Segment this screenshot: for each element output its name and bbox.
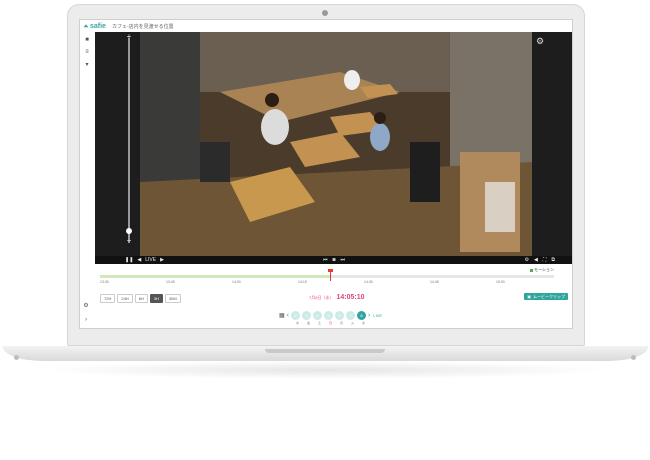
skip-back-icon[interactable]: ⏮ [323,256,328,264]
live-label[interactable]: LIVE [145,256,156,264]
weekday-row: 木 金 土 日 月 火 水 [293,321,368,325]
movie-clip-label: ムービークリップ [533,293,565,299]
webcam-dot [322,10,328,16]
timeline-ticks: 13:30 13:45 14:00 14:15 14:30 14:45 15:0… [100,280,554,286]
skip-forward-icon[interactable]: ⏭ [341,256,346,264]
timeline[interactable]: モーション 13:30 13:45 14:00 14:15 14:30 14:4… [100,267,554,289]
expand-icon[interactable]: › [82,316,90,324]
zoom-slider[interactable] [128,38,130,243]
laptop-notch [265,349,385,353]
list-icon[interactable]: ≡ [83,48,91,56]
range-6h-button[interactable]: 6H [134,294,148,303]
motion-dot-icon [530,268,534,272]
tick-label: 14:45 [430,280,439,284]
film-icon: ▣ [527,294,531,299]
day-button[interactable]: 2 [291,311,301,320]
day-button[interactable]: 4 [313,311,323,320]
weekday-label: 土 [317,321,321,325]
filter-icon[interactable]: ▾ [83,60,91,68]
brand-logo[interactable]: safie [83,23,106,30]
range-72h-button[interactable]: 72H [100,294,116,303]
range-24h-button[interactable]: 24H [117,294,133,303]
day-button[interactable]: 7 [346,311,356,320]
weekday-label: 日 [328,321,332,325]
range-3h-button[interactable]: 3H [149,294,163,303]
tick-label: 14:30 [364,280,373,284]
snapshot-icon[interactable]: ◙ [333,256,336,264]
cafe-scene-image [140,32,532,256]
live-link[interactable]: LIVE [373,313,382,318]
zoom-slider-handle[interactable] [126,228,132,234]
laptop-foot-left [14,355,19,360]
current-datetime: 7月8日（水） 14:05:10 [309,294,364,301]
video-player: + − ⚙ ❚❚ ◀ LIVE ▶ ⏮ ◙ ⏭ ⚙ ◀ ⛶ ⧉ [95,32,572,264]
brand-name: safie [90,22,106,30]
next-week-arrow-icon[interactable]: › [368,312,370,319]
day-button[interactable]: 5 [324,311,334,320]
movie-clip-button[interactable]: ▣ ムービークリップ [524,293,568,300]
day-navigator: ▦ ‹ 2 3 4 5 6 7 8 › LIVE [279,311,382,320]
weekday-label: 木 [295,321,299,325]
player-controls: ❚❚ ◀ LIVE ▶ ⏮ ◙ ⏭ ⚙ ◀ ⛶ ⧉ [95,256,572,264]
tick-label: 13:30 [100,280,109,284]
fullscreen-icon[interactable]: ⛶ [543,256,547,264]
day-button-active[interactable]: 8 [357,311,367,320]
tick-label: 15:00 [496,280,505,284]
calendar-icon[interactable]: ▦ [279,312,285,319]
current-time: 14:05:10 [336,294,365,301]
camera-feed[interactable] [140,32,532,256]
zoom-out-button[interactable]: − [123,236,135,245]
weekday-label: 月 [339,321,343,325]
app-screen: safie カフェ-店内を見渡せる位置 ■ ≡ ▾ ⚙ › + − ⚙ ❚❚ ◀… [79,19,573,329]
settings-gear-icon[interactable]: ⚙ [535,36,545,46]
top-bar: safie カフェ-店内を見渡せる位置 [80,20,572,32]
laptop-foot-right [631,355,636,360]
weekday-label: 水 [361,321,365,325]
volume-icon[interactable]: ◀ [137,256,141,264]
current-date: 7月8日（水） [309,295,334,300]
live-play-icon[interactable]: ▶ [160,256,164,264]
sidebar: ■ ≡ ▾ [80,32,94,328]
popout-icon[interactable]: ⧉ [551,256,555,264]
camera-icon[interactable]: ■ [83,36,91,44]
range-buttons: 72H 24H 6H 3H 30M [100,294,181,303]
tick-label: 14:00 [232,280,241,284]
motion-label: モーション [534,267,554,272]
timeline-motion-bar [100,275,330,278]
gear-icon[interactable]: ⚙ [82,301,90,309]
sidebar-bottom: ⚙ › [82,297,90,324]
range-30m-button[interactable]: 30M [164,294,181,303]
laptop-shadow [40,361,610,379]
day-button[interactable]: 6 [335,311,345,320]
gear-icon[interactable]: ⚙ [525,256,529,264]
tick-label: 13:45 [166,280,175,284]
motion-legend: モーション [530,267,554,273]
day-button[interactable]: 3 [302,311,312,320]
weekday-label: 金 [306,321,310,325]
pause-icon[interactable]: ❚❚ [125,256,133,264]
brand-mark-icon [83,24,89,28]
sound-icon[interactable]: ◀ [534,256,538,264]
prev-week-arrow-icon[interactable]: ‹ [287,312,289,319]
camera-title: カフェ-店内を見渡せる位置 [111,23,174,30]
tick-label: 14:15 [298,280,307,284]
weekday-label: 火 [350,321,354,325]
